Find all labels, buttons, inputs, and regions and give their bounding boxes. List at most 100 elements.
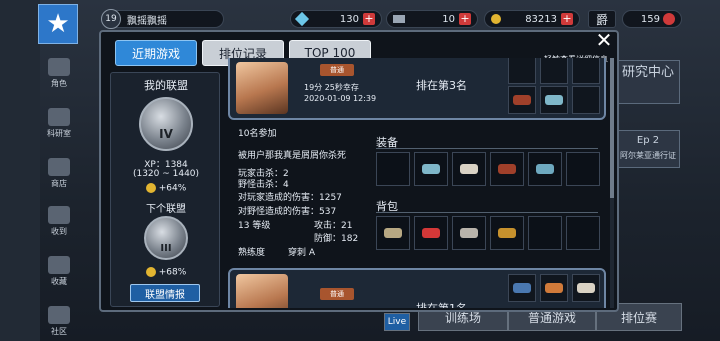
dagger-item-icon	[577, 283, 595, 293]
bag-slot	[490, 216, 524, 250]
mastery-label: 熟练度	[238, 248, 266, 258]
ticket-icon	[393, 15, 405, 23]
game-rank: 排在第1名	[416, 300, 467, 308]
mastery-value: 穿刺 A	[288, 248, 316, 258]
equipment-slot	[490, 152, 524, 186]
next-league-rank: III	[160, 243, 172, 254]
bonus-next: +68%	[111, 267, 221, 278]
divider	[376, 212, 598, 213]
pass-caption: 阿尔莱亚通行证	[620, 151, 676, 160]
participants: 10名参加	[238, 129, 277, 139]
boots-item-icon	[536, 164, 554, 174]
item-slot	[508, 86, 536, 114]
rank-icon[interactable]: 爵	[588, 10, 616, 28]
monster-damage: 对野怪造成的伤害：537	[238, 207, 337, 217]
nav-label: 科研室	[47, 129, 71, 138]
crystal-icon	[294, 11, 310, 27]
live-button[interactable]: Live	[384, 313, 410, 331]
nav-inbox[interactable]: 收到	[42, 206, 76, 237]
defense-stat: 防御：182	[314, 234, 359, 244]
game-rank: 排在第3名	[416, 79, 467, 92]
add-gold-button[interactable]: +	[561, 13, 573, 25]
mail-icon	[663, 13, 675, 25]
bonus-current: +64%	[111, 183, 221, 194]
nav-lab[interactable]: 科研室	[42, 108, 76, 139]
gold-coin-icon	[491, 14, 501, 24]
league-emblem-icon: IV	[139, 97, 193, 151]
player-damage: 对玩家造成的伤害：1257	[238, 193, 342, 203]
player-name: 飘摇飘摇	[127, 15, 167, 27]
next-league-title: 下个联盟	[146, 204, 186, 215]
bag-slot	[414, 216, 448, 250]
game-logo-icon[interactable]: ★	[38, 4, 78, 44]
equipment-slot	[452, 152, 486, 186]
game-card[interactable]: 普通 19分 25秒幸存 2020-01-09 12:39 排在第3名	[228, 58, 606, 120]
bag-slot	[566, 216, 600, 250]
game-date: 2020-01-09 12:39	[304, 94, 377, 103]
helmet-item-icon	[422, 164, 440, 174]
item-slot	[572, 274, 600, 302]
tab-recent-games[interactable]: 近期游戏	[115, 40, 197, 66]
inbox-icon	[48, 206, 70, 224]
shoes-item-icon	[545, 95, 563, 105]
research-center-card[interactable]: 研究中心	[616, 60, 680, 104]
item-slot	[540, 58, 568, 84]
weapon-item-icon	[513, 95, 531, 105]
gold-counter: 83213 +	[484, 10, 580, 28]
lab-icon	[48, 108, 70, 126]
item-slot	[508, 274, 536, 302]
ticket-value: 10	[442, 13, 455, 25]
item-slot	[540, 274, 568, 302]
list-scrollbar[interactable]	[610, 58, 614, 308]
mail-counter[interactable]: 159	[622, 10, 682, 28]
crystal-value: 130	[339, 13, 359, 25]
nav-character[interactable]: 角色	[42, 58, 76, 89]
nav-shop[interactable]: 商店	[42, 158, 76, 189]
nav-collection[interactable]: 收藏	[42, 256, 76, 287]
nav-label: 收藏	[51, 277, 67, 286]
nav-community[interactable]: 社区	[42, 306, 76, 337]
close-icon[interactable]: ✕	[592, 30, 616, 50]
equipment-slot	[528, 152, 562, 186]
league-info-button[interactable]: 联盟情报	[130, 284, 200, 302]
red-item-icon	[422, 228, 440, 238]
equipment-slot	[414, 152, 448, 186]
survival-time: 19分 25秒幸存	[304, 83, 359, 92]
add-crystal-button[interactable]: +	[363, 13, 375, 25]
character-icon	[48, 58, 70, 76]
character-avatar	[236, 274, 288, 308]
branch-item-icon	[498, 228, 516, 238]
game-card[interactable]: 普通 排在第1名	[228, 268, 606, 308]
equipment-slot	[566, 152, 600, 186]
bonus-next-value: +68%	[158, 267, 187, 278]
level-badge: 19	[101, 9, 121, 29]
crystal-counter: 130 +	[290, 10, 382, 28]
player-name-bar[interactable]: 19 飘摇飘摇	[101, 9, 224, 29]
add-ticket-button[interactable]: +	[459, 13, 471, 25]
char-level: 13 等级	[238, 221, 271, 231]
claw-item-icon	[545, 283, 563, 293]
scrollbar-thumb[interactable]	[610, 58, 614, 198]
shop-icon	[48, 158, 70, 176]
ticket-counter: 10 +	[386, 10, 478, 28]
league-rank: IV	[159, 127, 173, 141]
episode-label: Ep 2	[636, 135, 660, 146]
game-list[interactable]: 普通 19分 25秒幸存 2020-01-09 12:39 排在第3名 10名参…	[228, 58, 608, 308]
mode-badge: 普通	[320, 64, 354, 76]
league-title: 我的联盟	[144, 79, 188, 92]
attack-stat: 攻击：21	[314, 221, 353, 231]
stone-item-icon	[460, 228, 478, 238]
monster-kills: 野怪击杀：4	[238, 180, 289, 190]
gold-value: 83213	[525, 13, 557, 25]
coin-icon	[145, 267, 156, 277]
left-navigation	[0, 0, 40, 341]
bonus-current-value: +64%	[158, 183, 187, 194]
nav-label: 角色	[51, 79, 67, 88]
item-slot	[572, 86, 600, 114]
episode-card[interactable]: Ep 2 阿尔莱亚通行证	[616, 130, 680, 168]
item-slot	[540, 86, 568, 114]
character-avatar	[236, 62, 288, 114]
mode-badge: 普通	[320, 288, 354, 300]
next-league-emblem-icon: III	[144, 216, 188, 260]
equipment-slot	[376, 152, 410, 186]
